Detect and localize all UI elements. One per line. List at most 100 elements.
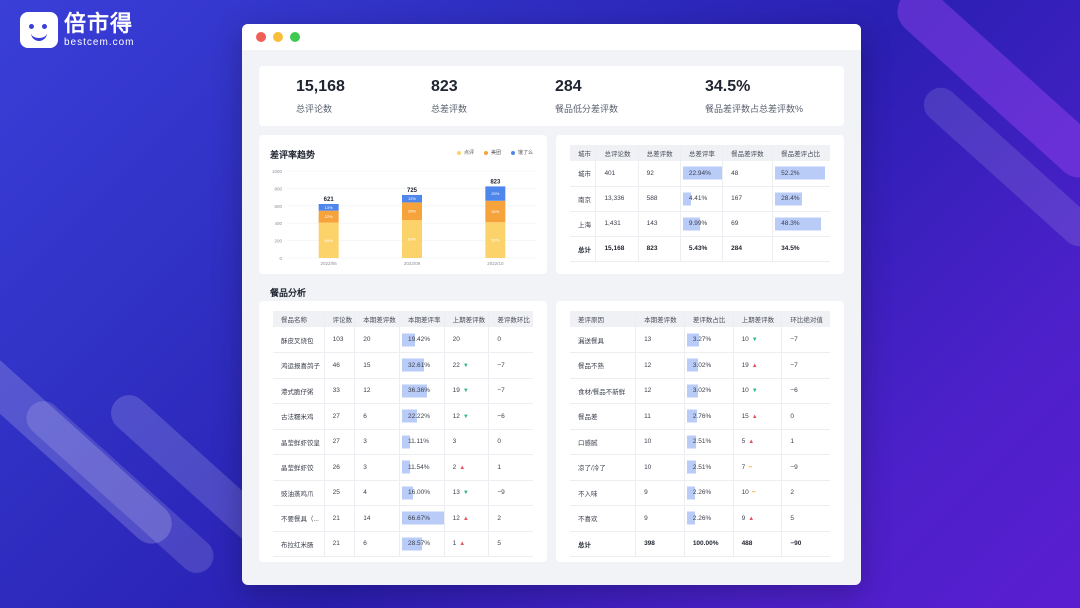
table-row[interactable]: 南京 13,336 588 4.41% 167 28.4%	[570, 186, 830, 212]
table-row[interactable]: 漏送餐具 13 3.27% 10 ▼ −7	[570, 327, 830, 353]
table-row[interactable]: 布拉红米肠 21 6 28.57% 1 ▲ 5	[273, 531, 533, 557]
trend-up-icon: ▲	[751, 413, 758, 420]
reviews-cell: 21	[323, 531, 355, 557]
dish-name-cell: 晶莹鲜虾饺皇	[273, 429, 325, 455]
column-header[interactable]: 差评数占比	[683, 311, 734, 327]
dish-name-cell: 布拉红米肠	[273, 531, 325, 557]
table-row[interactable]: 古法糯米鸡 27 6 22.22% 12 ▼ −6	[273, 403, 533, 430]
trend-up-icon: ▲	[462, 515, 469, 522]
table-row[interactable]: 餐品不熟 12 3.02% 19 ▲ −7	[570, 352, 830, 379]
close-window-button[interactable]	[256, 32, 266, 42]
table-row[interactable]: 凉了/冷了 10 2.51% 7– −9	[570, 454, 830, 481]
reviews-cell: 27	[323, 403, 355, 430]
negative-cell: 11	[635, 403, 685, 430]
column-header[interactable]: 本期差评率	[398, 311, 445, 327]
column-header[interactable]: 总差评率	[679, 145, 723, 161]
segment-label: 28%	[408, 209, 416, 214]
y-tick-label: 1000	[272, 169, 283, 174]
column-header[interactable]: 餐品差评数	[722, 145, 773, 161]
column-header[interactable]: 环比绝对值	[781, 311, 830, 327]
segment-label: 20%	[491, 191, 499, 196]
table-row[interactable]: 港式脆仔粥 33 12 36.36% 19 ▼ −7	[273, 378, 533, 404]
brand-name: 倍市得	[64, 10, 134, 36]
column-header[interactable]: 总评论数	[595, 145, 639, 161]
dish-name-cell: 古法糯米鸡	[273, 403, 325, 430]
table-row[interactable]: 豉油蒸鸡爪 25 4 16.00% 13 ▼ −9	[273, 480, 533, 506]
mom-cell: −9	[488, 480, 533, 506]
segment-label: 30%	[491, 209, 499, 214]
table-row[interactable]: 酥皮叉烧包 103 20 19.42% 20 0	[273, 327, 533, 353]
reviews-cell: 103	[323, 327, 355, 353]
dish-table: 餐品名称 评论数 本期差评数 本期差评率 上期差评数 差评数环比 酥皮叉烧包 103 20…	[273, 311, 533, 557]
column-header[interactable]: 城市	[570, 145, 596, 161]
table-row[interactable]: 晶莹鲜虾饺 26 3 11.54% 2 ▲ 1	[273, 454, 533, 481]
chat-smile-icon	[20, 12, 58, 48]
x-tick-label: 2022/06	[321, 261, 338, 266]
table-row[interactable]: 上海 1,431 143 9.99% 69 48.3%	[570, 211, 830, 237]
negative-cell: 9	[635, 480, 685, 506]
table-row[interactable]: 口感腻 10 2.51% 5 ▲ 1	[570, 429, 830, 455]
kpi-food-negative: 284 餐品低分差评数	[555, 78, 618, 115]
food-negative-cell: 48	[722, 161, 773, 187]
percent-cell: 3.02%	[683, 378, 734, 404]
city-cell: 上海	[570, 211, 596, 237]
table-row[interactable]: 鸿运报喜鸽子 46 15 32.61% 22 ▼ −7	[273, 352, 533, 379]
city-table: 城市 总评论数 总差评数 总差评率 餐品差评数 餐品差评占比 城市 401 92 22.9…	[570, 145, 830, 262]
background-stripe	[888, 0, 1080, 188]
column-header[interactable]: 上期差评数	[732, 311, 782, 327]
legend-dot	[510, 150, 515, 155]
city-table-card: 城市 总评论数 总差评数 总差评率 餐品差评数 餐品差评占比 城市 401 92 22.9…	[556, 135, 844, 274]
maximize-window-button[interactable]	[290, 32, 300, 42]
table-row[interactable]: 晶莹鲜虾饺皇 27 3 11.11% 3 0	[273, 429, 533, 455]
kpi-label: 餐品低分差评数	[555, 104, 619, 114]
percent-cell: 22.94%	[679, 161, 723, 187]
table-row[interactable]: 不喜欢 9 2.26% 9 ▲ 5	[570, 505, 830, 532]
trend-down-icon: ▼	[751, 388, 758, 395]
bar-total-label: 823	[490, 179, 501, 185]
bar-total-label: 621	[324, 197, 335, 203]
percent-cell: 2.76%	[683, 403, 734, 430]
chart-legend: 点评 美团 饿了么	[456, 149, 533, 156]
column-header[interactable]: 餐品名称	[273, 311, 325, 327]
previous-cell: 19 ▼	[443, 378, 489, 404]
table-row[interactable]: 食材/餐品不新鲜 12 3.02% 10 ▼ −6	[570, 378, 830, 404]
column-header[interactable]: 差评原因	[570, 311, 636, 327]
column-header[interactable]: 本期差评数	[635, 311, 685, 327]
column-header[interactable]: 差评数环比	[488, 311, 533, 327]
reason-cell: 不入味	[570, 480, 636, 506]
column-header[interactable]: 总差评数	[637, 145, 681, 161]
percent-cell: 48.3%	[772, 211, 830, 237]
total-row: 总计 398 100.00% 488 −90	[570, 531, 830, 557]
table-row[interactable]: 不要餐具（... 21 14 66.67% 12 ▲ 2	[273, 505, 533, 532]
background-stripe	[0, 348, 180, 552]
abs-change-cell: −7	[781, 352, 830, 379]
column-header[interactable]: 评论数	[323, 311, 355, 327]
column-header[interactable]: 餐品差评占比	[772, 145, 830, 161]
legend-item[interactable]: 美团	[483, 149, 501, 156]
legend-item[interactable]: 点评	[456, 149, 474, 156]
reviews-cell: 33	[323, 378, 355, 404]
percent-cell: 36.36%	[398, 378, 445, 404]
minimize-window-button[interactable]	[273, 32, 283, 42]
previous-cell: 22 ▼	[443, 352, 489, 379]
table-row[interactable]: 城市 401 92 22.94% 48 52.2%	[570, 161, 830, 187]
percent-cell: 28.4%	[772, 186, 830, 212]
total-cell: 401	[595, 161, 639, 187]
table-row[interactable]: 不入味 9 2.26% 10– 2	[570, 480, 830, 506]
previous-cell: 2 ▲	[443, 454, 489, 481]
trend-down-icon: ▼	[462, 362, 469, 369]
trend-up-icon: ▲	[751, 362, 758, 369]
reviews-cell: 25	[323, 480, 355, 506]
percent-cell: 19.42%	[398, 327, 445, 353]
legend-dot	[483, 150, 488, 155]
percent-cell: 2.51%	[683, 454, 734, 481]
table-row[interactable]: 餐品差 11 2.76% 15 ▲ 0	[570, 403, 830, 430]
column-header[interactable]: 上期差评数	[443, 311, 489, 327]
column-header[interactable]: 本期差评数	[354, 311, 400, 327]
negative-cell: 588	[637, 186, 681, 212]
reason-cell: 凉了/冷了	[570, 454, 636, 481]
legend-item[interactable]: 饿了么	[510, 149, 533, 156]
mom-cell: 2	[488, 505, 533, 532]
mom-cell: −7	[488, 352, 533, 379]
kpi-value: 823	[431, 78, 458, 95]
